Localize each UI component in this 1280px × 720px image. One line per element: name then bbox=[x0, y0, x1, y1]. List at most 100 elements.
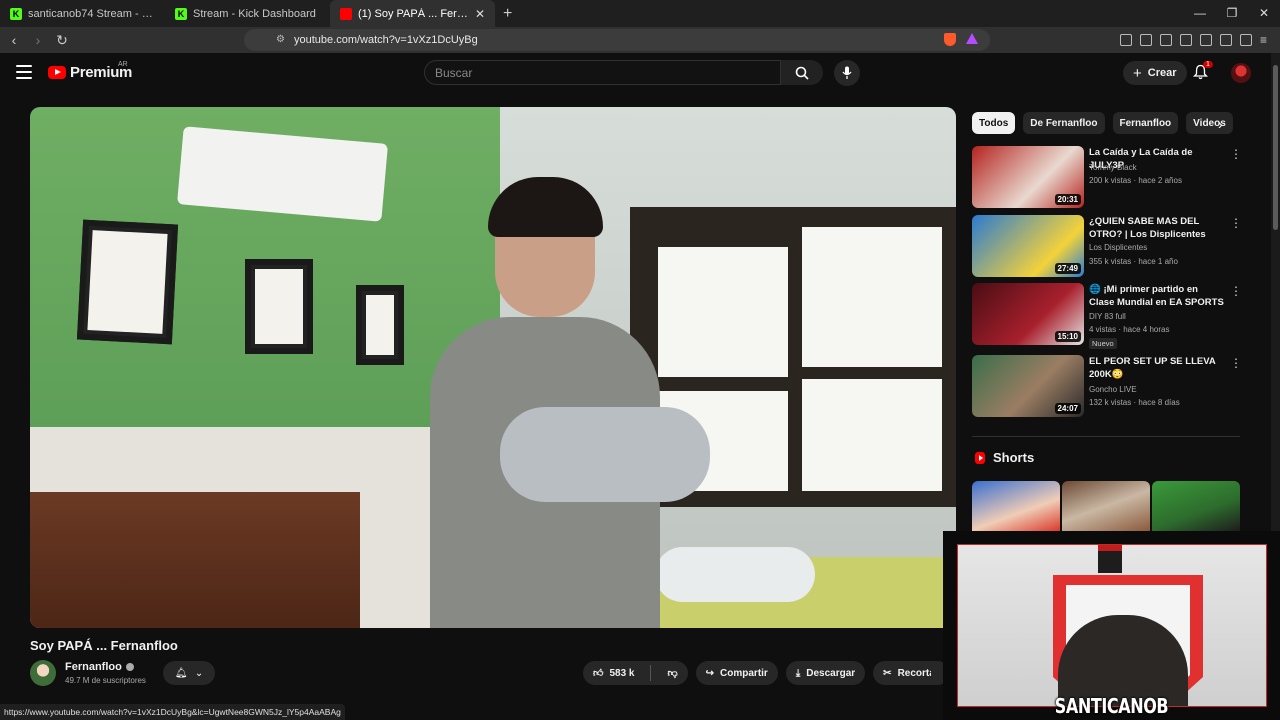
dislike-button[interactable]: 👎︎ bbox=[657, 661, 687, 685]
scrollbar-thumb[interactable] bbox=[1273, 65, 1278, 230]
chip-todos[interactable]: Todos bbox=[972, 112, 1016, 134]
more-options-icon[interactable]: ⋮ bbox=[1230, 285, 1242, 297]
search-button[interactable] bbox=[781, 60, 823, 85]
rec-channel[interactable]: Tommy Black bbox=[1089, 163, 1137, 172]
minimize-icon[interactable]: — bbox=[1184, 0, 1216, 27]
streamer-webcam-overlay: SANTICANOB bbox=[943, 531, 1280, 720]
sidebar-icon[interactable] bbox=[1180, 34, 1192, 46]
download-button[interactable]: ⤓ Descargar bbox=[785, 661, 866, 685]
new-badge: Nuevo bbox=[1089, 338, 1117, 349]
rec-channel[interactable]: Los Displicentes bbox=[1089, 243, 1147, 252]
list-item[interactable]: 27:49 ¿QUIEN SABE MAS DEL OTRO? | Los Di… bbox=[972, 215, 1242, 277]
video-player[interactable] bbox=[30, 107, 956, 628]
wallet-icon[interactable] bbox=[1200, 34, 1212, 46]
close-tab-icon[interactable]: ✕ bbox=[475, 7, 485, 21]
divider bbox=[972, 436, 1240, 437]
window-controls: — ❐ ✕ bbox=[1184, 0, 1280, 27]
hamburger-menu-icon[interactable] bbox=[16, 65, 32, 79]
chevron-down-icon: ⌄ bbox=[194, 667, 204, 679]
youtube-header: Premium AR Buscar + Crear 1 bbox=[0, 53, 1280, 93]
rec-title[interactable]: 🌐 ¡Mi primer partido en Clase Mundial en… bbox=[1089, 283, 1224, 309]
create-button[interactable]: + Crear bbox=[1123, 61, 1187, 85]
chip-de-fernanfloo[interactable]: De Fernanfloo bbox=[1023, 112, 1105, 134]
video-frame-pillow bbox=[655, 547, 815, 602]
more-actions-button[interactable] bbox=[931, 661, 941, 685]
rec-stats: 355 k vistas · hace 1 año bbox=[1089, 257, 1178, 266]
short-thumbnail[interactable] bbox=[1062, 481, 1150, 531]
rec-title[interactable]: ¿QUIEN SABE MAS DEL OTRO? | Los Displice… bbox=[1089, 215, 1224, 241]
duration-badge: 24:07 bbox=[1054, 403, 1081, 414]
list-item[interactable]: 15:10 🌐 ¡Mi primer partido en Clase Mund… bbox=[972, 283, 1242, 349]
filter-chips: Todos De Fernanfloo Fernanfloo Videos bbox=[972, 112, 1233, 134]
page-scrollbar[interactable] bbox=[1271, 53, 1280, 531]
like-count: 583 k bbox=[609, 667, 635, 679]
reload-icon[interactable]: ↻ bbox=[52, 32, 72, 49]
shorts-icon bbox=[975, 451, 985, 464]
close-window-icon[interactable]: ✕ bbox=[1248, 0, 1280, 27]
new-tab-button[interactable]: + bbox=[503, 5, 512, 23]
tab-youtube[interactable]: (1) Soy PAPÁ ... Fernanfloo - YouT ✕ bbox=[330, 0, 495, 27]
tab-kick-stream[interactable]: K santicanob74 Stream - Watch Live on bbox=[0, 0, 165, 27]
rec-channel[interactable]: DIY 83 full bbox=[1089, 312, 1126, 321]
menu-icon[interactable]: ≡ bbox=[1260, 34, 1272, 46]
video-thumbnail[interactable]: 15:10 bbox=[972, 283, 1084, 345]
video-thumbnail[interactable]: 24:07 bbox=[972, 355, 1084, 417]
more-options-icon[interactable]: ⋮ bbox=[1230, 148, 1242, 160]
search-placeholder: Buscar bbox=[435, 65, 473, 80]
video-frame-picture bbox=[76, 219, 179, 345]
plus-icon: + bbox=[1133, 64, 1142, 82]
extension-icon[interactable] bbox=[1120, 34, 1132, 46]
channel-avatar[interactable] bbox=[30, 660, 56, 686]
list-item[interactable]: 24:07 EL PEOR SET UP SE LLEVA 200K😳 Gonc… bbox=[972, 355, 1242, 417]
subscription-bell-button[interactable]: 🔔︎ ⌄ bbox=[163, 661, 215, 685]
video-frame-picture bbox=[356, 285, 404, 365]
screenshot-icon[interactable] bbox=[1140, 34, 1152, 46]
video-thumbnail[interactable]: 27:49 bbox=[972, 215, 1084, 277]
channel-name-row[interactable]: Fernanfloo bbox=[65, 661, 134, 673]
youtube-play-icon bbox=[48, 66, 66, 79]
chip-videos[interactable]: Videos bbox=[1186, 112, 1233, 134]
brave-shield-icon[interactable] bbox=[944, 33, 956, 46]
rec-channel[interactable]: Goncho LIVE bbox=[1089, 385, 1137, 394]
notifications-button[interactable]: 1 bbox=[1192, 61, 1213, 85]
share-button[interactable]: ↪ Compartir bbox=[695, 661, 778, 685]
link-status-bar: https://www.youtube.com/watch?v=1vXz1DcU… bbox=[0, 704, 345, 720]
browser-toolbar: ‹ › ↻ ▯ ⚙ youtube.com/watch?v=1vXz1DcUyB… bbox=[0, 27, 1280, 53]
restore-icon[interactable]: ❐ bbox=[1216, 0, 1248, 27]
chevron-right-icon[interactable]: › bbox=[1218, 116, 1223, 132]
tab-kick-dashboard[interactable]: K Stream - Kick Dashboard bbox=[165, 0, 330, 27]
list-item[interactable]: 20:31 La Caída y La Caída de JULY3P Tomm… bbox=[972, 146, 1242, 208]
shorts-heading: Shorts bbox=[975, 450, 1034, 465]
microphone-icon bbox=[842, 66, 852, 79]
search-input[interactable]: Buscar bbox=[424, 60, 781, 85]
site-info-icon[interactable]: ⚙ bbox=[276, 34, 285, 45]
webcam-frame bbox=[957, 544, 1267, 707]
music-icon[interactable] bbox=[1160, 34, 1172, 46]
duration-badge: 20:31 bbox=[1054, 194, 1081, 205]
rec-title[interactable]: EL PEOR SET UP SE LLEVA 200K😳 bbox=[1089, 355, 1224, 381]
subscriber-count: 49.7 M de suscriptores bbox=[65, 676, 146, 685]
tab-title: santicanob74 Stream - Watch Live on bbox=[28, 7, 155, 20]
shorts-title: Shorts bbox=[993, 450, 1035, 465]
video-frame-baby bbox=[500, 407, 710, 502]
address-bar[interactable]: ⚙ youtube.com/watch?v=1vXz1DcUyBg bbox=[244, 29, 990, 51]
like-button[interactable]: 👍︎ 583 k bbox=[583, 661, 644, 685]
short-thumbnail[interactable] bbox=[1152, 481, 1240, 531]
account-avatar[interactable] bbox=[1231, 63, 1251, 83]
rec-stats: 4 vistas · hace 4 horas bbox=[1089, 325, 1170, 334]
vpn-icon[interactable] bbox=[1240, 34, 1252, 46]
leo-ai-icon[interactable] bbox=[1220, 34, 1232, 46]
more-options-icon[interactable]: ⋮ bbox=[1230, 357, 1242, 369]
youtube-premium-logo[interactable]: Premium AR bbox=[48, 61, 132, 81]
video-frame-picture bbox=[245, 259, 313, 354]
more-options-icon[interactable]: ⋮ bbox=[1230, 217, 1242, 229]
video-thumbnail[interactable]: 20:31 bbox=[972, 146, 1084, 208]
forward-icon[interactable]: › bbox=[28, 32, 48, 48]
short-thumbnail[interactable] bbox=[972, 481, 1060, 531]
duration-badge: 15:10 bbox=[1054, 331, 1081, 342]
brave-rewards-icon[interactable] bbox=[966, 33, 978, 44]
voice-search-button[interactable] bbox=[834, 60, 860, 86]
back-icon[interactable]: ‹ bbox=[4, 32, 24, 48]
divider bbox=[650, 665, 652, 681]
chip-fernanfloo[interactable]: Fernanfloo bbox=[1112, 112, 1179, 134]
